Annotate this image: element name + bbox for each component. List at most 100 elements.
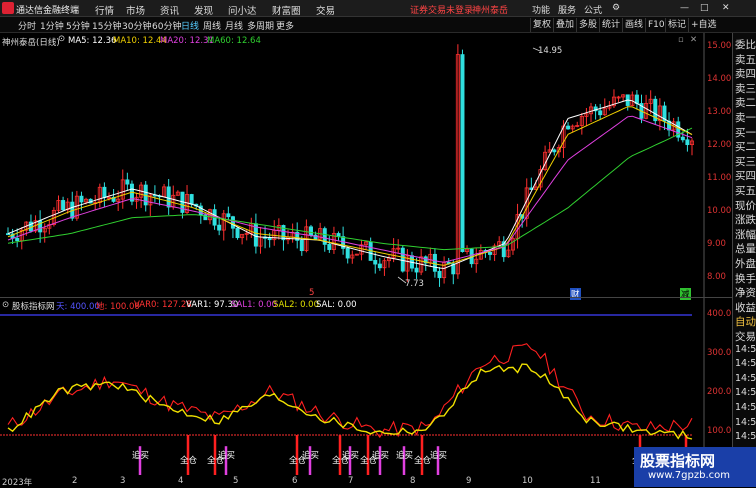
date-label: 7	[348, 476, 354, 486]
multi-stock-button[interactable]: 多股	[576, 18, 597, 32]
candle-body	[61, 200, 66, 211]
menu-item-wenxiaoda[interactable]: 问小达	[228, 3, 257, 17]
fuquan-button[interactable]: 复权	[530, 18, 551, 32]
menu-item-caifuquan[interactable]: 财富圈	[272, 3, 301, 17]
candle-body	[125, 179, 130, 185]
function-button[interactable]: 功能	[532, 3, 550, 16]
maximize-icon[interactable]: □	[700, 3, 709, 13]
draw-line-button[interactable]: 画线	[622, 18, 643, 32]
quote-field-label: 14:5	[735, 431, 756, 443]
quote-field-label: 买三	[735, 155, 756, 168]
date-axis: 2023年 2 3 4 5 6 7 8 9 10 11 12	[0, 475, 732, 488]
f10-button[interactable]: F10	[645, 18, 665, 32]
tab-daily[interactable]: 日线	[181, 19, 199, 32]
quote-field-label: 卖二	[735, 97, 756, 110]
price-axis-label: 15.00	[707, 41, 732, 51]
quote-field-label: 涨幅	[735, 228, 756, 241]
price-axis-label: 9.00	[707, 239, 726, 249]
overlay-button[interactable]: 叠加	[553, 18, 574, 32]
tab-60min[interactable]: 60分钟	[152, 19, 181, 32]
candle-body	[235, 227, 240, 239]
indicator-toggle-icon[interactable]: ⊙	[2, 300, 9, 310]
sal1-legend: SAL1: 0.00	[231, 300, 278, 310]
login-status[interactable]: 证券交易未登录	[410, 3, 473, 16]
candle-body	[552, 149, 557, 153]
high-price-annotation: 14.95	[538, 46, 563, 56]
tab-fenshi[interactable]: 分时	[18, 19, 36, 32]
quote-field-label: 14:5	[735, 372, 756, 384]
candle-body	[437, 270, 442, 279]
candle-body	[400, 247, 405, 272]
tab-more[interactable]: 更多	[276, 19, 294, 32]
stats-button[interactable]: 统计	[599, 18, 620, 32]
candle-body	[377, 263, 382, 269]
candle-body	[299, 239, 304, 252]
menu-item-jiaoyi[interactable]: 交易	[316, 3, 335, 17]
candle-body	[488, 252, 493, 255]
price-axis-label: 11.00	[707, 173, 732, 183]
legend-toggle-icon[interactable]: ⊙	[58, 34, 65, 44]
ma60-legend: MA60: 12.64	[207, 36, 261, 46]
date-label: 9	[466, 476, 472, 486]
candle-body	[680, 136, 685, 141]
chase-buy-signal: 追买	[430, 451, 448, 461]
indicator-axis-label: 100.0	[707, 426, 732, 436]
indicator-chart[interactable]: ⊙ 股标指标网 天: 400.00 地: 100.00 VAR0: 127.28…	[0, 297, 732, 475]
sal-legend: SAL: 0.00	[316, 300, 357, 310]
indicator-name: 股标指标网	[12, 302, 55, 312]
date-label: 2	[72, 476, 78, 486]
menu-item-hangqing[interactable]: 行情	[95, 3, 114, 17]
date-label: 3	[120, 476, 126, 486]
tab-5min[interactable]: 5分钟	[66, 19, 90, 32]
period-toolbar: 分时 1分钟 5分钟 15分钟 30分钟 60分钟 日线 周线 月线 多周期 更…	[0, 17, 756, 33]
tab-monthly[interactable]: 月线	[225, 19, 243, 32]
chase-buy-signal: 追买	[302, 451, 320, 461]
indicator-axis-label: 400.0	[707, 309, 732, 319]
menu-item-zixun[interactable]: 资讯	[160, 3, 179, 17]
candle-body	[217, 224, 222, 231]
candle-body	[38, 220, 43, 233]
menu-item-shichang[interactable]: 市场	[126, 3, 145, 17]
tab-weekly[interactable]: 周线	[203, 19, 221, 32]
candle-body	[345, 247, 350, 259]
chart-restore-icon[interactable]: ▫	[678, 35, 684, 45]
tab-30min[interactable]: 30分钟	[122, 19, 151, 32]
quote-field-label: 卖三	[735, 82, 756, 95]
minimize-icon[interactable]: —	[680, 3, 689, 13]
menu-item-faxian[interactable]: 发现	[194, 3, 213, 17]
quote-field-label: 卖五	[735, 53, 756, 66]
candle-body	[634, 94, 639, 104]
candle-body	[189, 194, 194, 205]
chart-close-icon[interactable]: ✕	[690, 35, 697, 45]
formula-button[interactable]: 公式	[584, 3, 602, 16]
tab-15min[interactable]: 15分钟	[92, 19, 121, 32]
date-label: 2023年	[2, 478, 33, 488]
candle-body	[566, 125, 571, 130]
low-price-annotation: 7.73	[405, 279, 424, 289]
candle-body	[414, 267, 419, 273]
quote-field-label: 14:5	[735, 343, 756, 355]
settings-icon[interactable]: ⚙	[612, 3, 620, 13]
close-icon[interactable]: ✕	[722, 3, 730, 13]
price-axis-label: 10.00	[707, 206, 732, 216]
quote-field-label: 涨跌	[735, 214, 756, 227]
quote-field-label: 买五	[735, 185, 756, 197]
quote-field-label: 14:5	[735, 358, 756, 370]
candle-body	[432, 253, 437, 272]
add-watchlist-button[interactable]: +自选	[688, 18, 717, 32]
service-button[interactable]: 服务	[558, 3, 576, 16]
tab-1min[interactable]: 1分钟	[40, 19, 64, 32]
tab-multi-period[interactable]: 多周期	[247, 19, 274, 32]
candlestick-chart[interactable]: 神州泰岳(日线) ⊙ MA5: 12.36 MA10: 12.44 MA20: …	[0, 33, 732, 300]
quote-field-label: 14:5	[735, 387, 756, 399]
chase-buy-signal: 追买	[218, 451, 236, 461]
ma20-legend: MA20: 12.31	[160, 36, 214, 46]
candle-body	[166, 186, 171, 208]
ma-line-ma20	[7, 115, 693, 263]
date-label: 6	[292, 476, 298, 486]
quote-field-label: 14:5	[735, 416, 756, 428]
mark-button[interactable]: 标记	[665, 18, 686, 32]
candle-body	[327, 243, 332, 250]
candle-body	[460, 54, 465, 253]
indicator-axis-label: 300.0	[707, 348, 732, 358]
